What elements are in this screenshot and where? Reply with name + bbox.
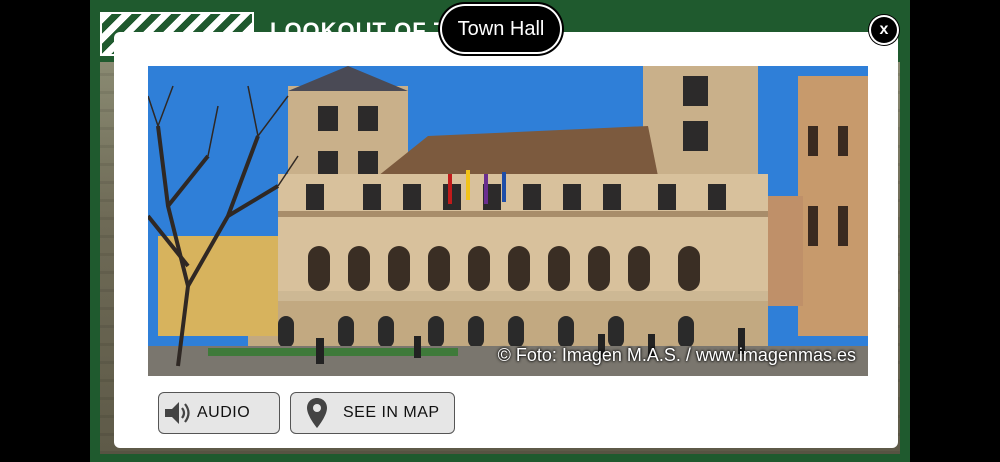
audio-button-label: AUDIO (197, 404, 251, 421)
town-hall-illustration (148, 66, 868, 376)
close-button[interactable]: x (871, 17, 897, 43)
see-in-map-button-label: SEE IN MAP (343, 404, 440, 421)
audio-button[interactable]: AUDIO (158, 392, 280, 434)
photo-credit: © Foto: Imagen M.A.S. / www.imagenmas.es (497, 345, 856, 365)
see-in-map-button[interactable]: SEE IN MAP (290, 392, 455, 434)
modal-title: Town Hall (442, 6, 560, 52)
map-pin-icon (291, 397, 343, 429)
speaker-icon (159, 399, 197, 427)
close-icon: x (879, 21, 889, 38)
town-hall-photo: © Foto: Imagen M.A.S. / www.imagenmas.es (148, 66, 868, 376)
